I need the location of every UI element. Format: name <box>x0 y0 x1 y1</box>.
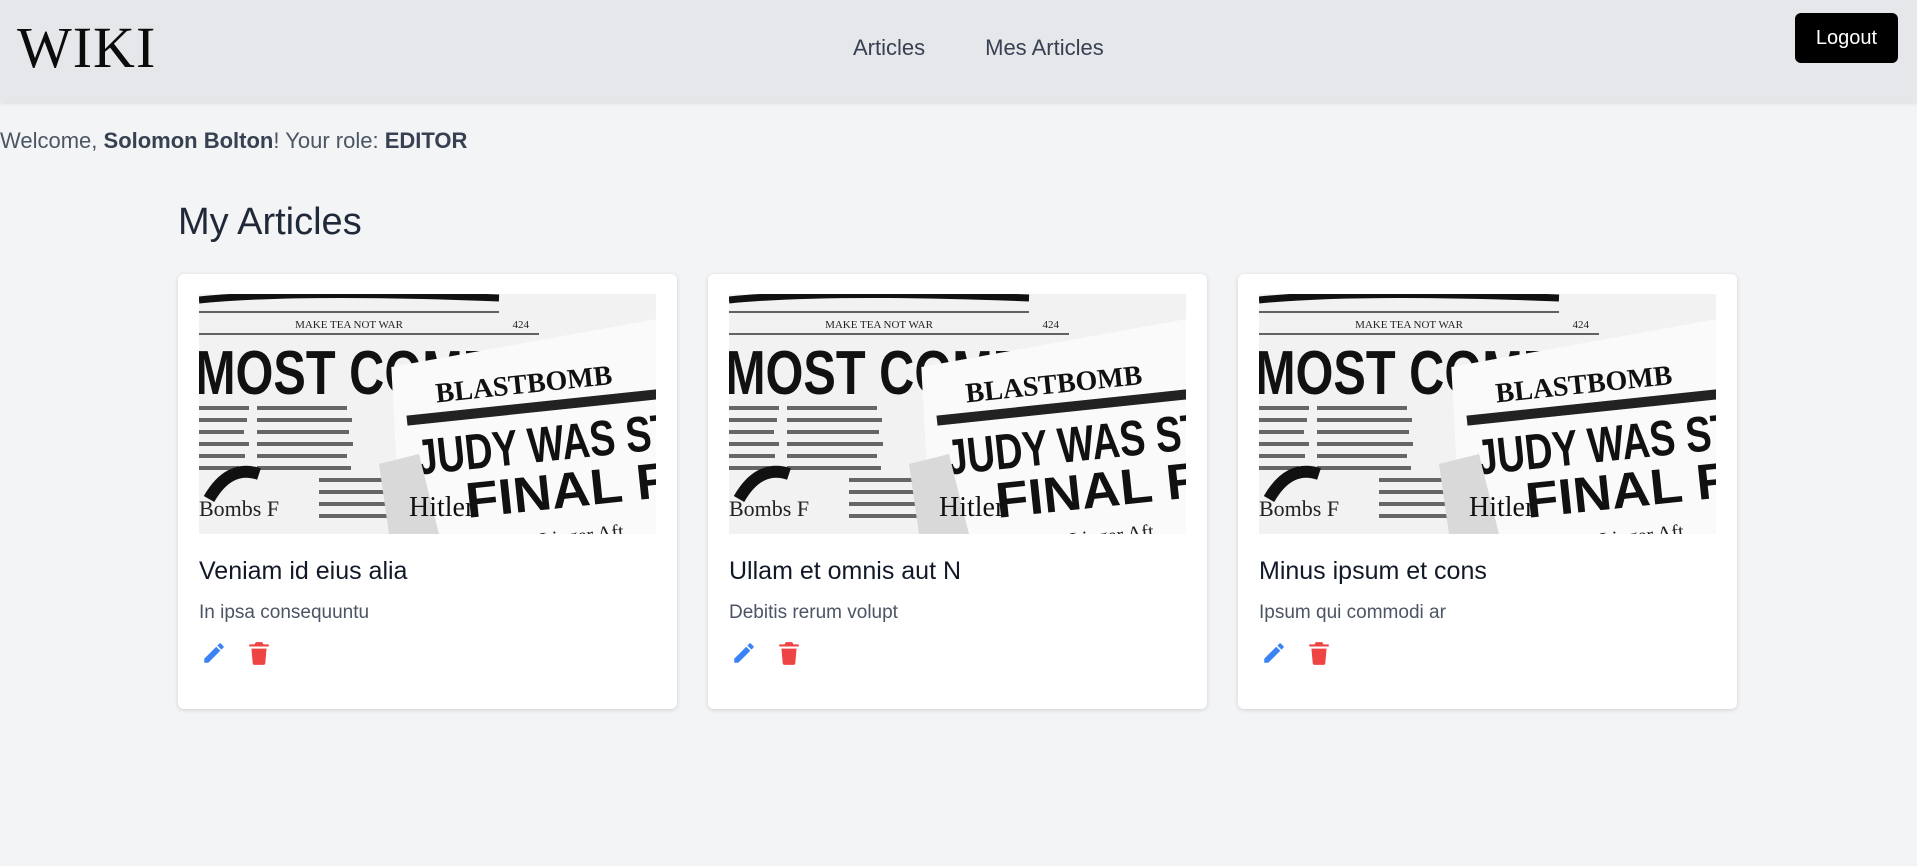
thumbnail-text-masthead: MAKE TEA NOT WAR <box>295 319 404 331</box>
thumbnail-text-masthead: MAKE TEA NOT WAR <box>825 319 934 331</box>
article-actions <box>199 638 273 667</box>
thumbnail-text-number: 424 <box>513 319 530 331</box>
trash-icon[interactable] <box>244 638 273 667</box>
article-title[interactable]: Veniam id eius alia <box>199 554 407 588</box>
article-thumbnail[interactable]: MAKE TEA NOT WAR 424 MOST COMPL Bombs F … <box>729 294 1186 534</box>
thumbnail-text-masthead: MAKE TEA NOT WAR <box>1355 319 1464 331</box>
article-title[interactable]: Minus ipsum et cons <box>1259 554 1487 588</box>
article-card: MAKE TEA NOT WAR 424 MOST COMPL Bombs F … <box>178 274 677 709</box>
welcome-message: Welcome, Solomon Bolton! Your role: EDIT… <box>0 126 467 156</box>
top-navbar: WIKI Articles Mes Articles Logout <box>0 0 1917 102</box>
trash-icon[interactable] <box>1304 638 1333 667</box>
logout-button[interactable]: Logout <box>1795 13 1898 63</box>
article-actions <box>729 638 803 667</box>
article-actions <box>1259 638 1333 667</box>
site-logo[interactable]: WIKI <box>17 14 156 82</box>
pencil-icon[interactable] <box>729 638 758 667</box>
thumbnail-text-word1: Hitler <box>409 492 475 523</box>
article-card: MAKE TEA NOT WAR 424 MOST COMPL Bombs F … <box>708 274 1207 709</box>
user-role: EDITOR <box>384 128 468 153</box>
article-title[interactable]: Ullam et omnis aut N <box>729 554 961 588</box>
page-title: My Articles <box>178 201 362 243</box>
nav-my-articles-link[interactable]: Mes Articles <box>985 32 1104 64</box>
thumbnail-text-number: 424 <box>1043 319 1060 331</box>
article-excerpt: In ipsa consequuntu <box>199 602 370 623</box>
welcome-middle: ! Your role: <box>273 128 385 153</box>
article-thumbnail[interactable]: MAKE TEA NOT WAR 424 MOST COMPL Bombs F … <box>1259 294 1716 534</box>
article-excerpt: Debitis rerum volupt <box>729 602 898 623</box>
thumbnail-text-word3: Bombs F <box>729 496 809 521</box>
thumbnail-text-number: 424 <box>1573 319 1590 331</box>
main-nav: Articles Mes Articles <box>853 32 1104 64</box>
thumbnail-text-word3: Bombs F <box>1259 496 1339 521</box>
thumbnail-text-word3: Bombs F <box>199 496 279 521</box>
thumbnail-text-word1: Hitler <box>939 492 1005 523</box>
trash-icon[interactable] <box>774 638 803 667</box>
pencil-icon[interactable] <box>199 638 228 667</box>
nav-articles-link[interactable]: Articles <box>853 32 925 64</box>
user-name: Solomon Bolton <box>103 128 274 153</box>
pencil-icon[interactable] <box>1259 638 1288 667</box>
article-excerpt: Ipsum qui commodi ar <box>1259 602 1446 623</box>
thumbnail-text-word1: Hitler <box>1469 492 1535 523</box>
articles-grid: MAKE TEA NOT WAR 424 MOST COMPL Bombs F … <box>178 274 1737 709</box>
article-thumbnail[interactable]: MAKE TEA NOT WAR 424 MOST COMPL Bombs F … <box>199 294 656 534</box>
article-card: MAKE TEA NOT WAR 424 MOST COMPL Bombs F … <box>1238 274 1737 709</box>
welcome-prefix: Welcome, <box>0 128 104 153</box>
